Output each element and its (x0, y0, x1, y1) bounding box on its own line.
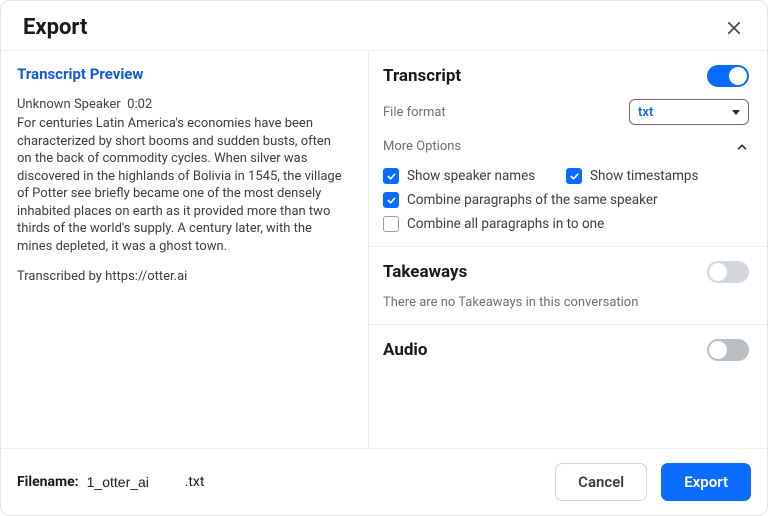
chevron-up-icon (735, 140, 749, 154)
checkbox-combine-same-speaker[interactable] (383, 192, 399, 208)
options-panel: Transcript File format txt More Options (369, 51, 767, 448)
takeaways-toggle[interactable] (707, 261, 749, 283)
file-format-select[interactable]: txt (629, 99, 749, 125)
footer-buttons: Cancel Export (555, 463, 751, 501)
preview-title: Transcript Preview (17, 65, 346, 83)
checkbox-combine-all[interactable] (383, 216, 399, 232)
preview-timestamp: 0:02 (127, 97, 152, 112)
file-format-value: txt (638, 105, 653, 120)
cancel-label: Cancel (578, 473, 624, 491)
export-dialog: Export Transcript Preview Unknown Speake… (0, 0, 768, 516)
dialog-footer: Filename: .txt Cancel Export (1, 448, 767, 515)
audio-toggle[interactable] (707, 339, 749, 361)
checkmark-icon (386, 195, 397, 206)
audio-section-header: Audio (383, 339, 749, 361)
dialog-title: Export (23, 15, 87, 40)
file-format-row: File format txt (383, 99, 749, 125)
checkmark-icon (386, 171, 397, 182)
dialog-body: Transcript Preview Unknown Speaker 0:02 … (1, 50, 767, 448)
option-combine-all[interactable]: Combine all paragraphs in to one (383, 216, 749, 232)
filename-wrap: Filename: .txt (17, 472, 204, 493)
option-show-speaker-names[interactable]: Show speaker names (383, 168, 566, 184)
export-button[interactable]: Export (661, 463, 751, 501)
divider (369, 324, 767, 325)
preview-body: For centuries Latin America's economies … (17, 115, 346, 255)
filename-input[interactable] (87, 472, 177, 493)
option-label: Combine paragraphs of the same speaker (407, 192, 658, 208)
option-label: Show timestamps (590, 168, 698, 184)
option-show-timestamps[interactable]: Show timestamps (566, 168, 749, 184)
takeaways-note: There are no Takeaways in this conversat… (383, 295, 749, 310)
audio-title: Audio (383, 340, 428, 360)
filename-ext: .txt (185, 474, 205, 490)
transcript-title: Transcript (383, 66, 461, 86)
preview-speaker: Unknown Speaker (17, 97, 121, 112)
option-combine-same-speaker[interactable]: Combine paragraphs of the same speaker (383, 192, 749, 208)
checkbox-show-timestamps[interactable] (566, 168, 582, 184)
transcript-toggle[interactable] (707, 65, 749, 87)
cancel-button[interactable]: Cancel (555, 463, 647, 501)
option-label: Combine all paragraphs in to one (407, 216, 604, 232)
close-icon (725, 19, 743, 37)
preview-footer: Transcribed by https://otter.ai (17, 269, 346, 284)
close-button[interactable] (723, 17, 745, 39)
option-label: Show speaker names (407, 168, 535, 184)
options-grid: Show speaker names Show timestamps Combi… (383, 168, 749, 232)
preview-panel: Transcript Preview Unknown Speaker 0:02 … (1, 51, 369, 448)
takeaways-section-header: Takeaways (383, 261, 749, 283)
export-label: Export (684, 473, 728, 491)
more-options-label: More Options (383, 139, 461, 154)
dialog-header: Export (1, 1, 767, 50)
takeaways-title: Takeaways (383, 262, 467, 282)
checkbox-show-speaker-names[interactable] (383, 168, 399, 184)
transcript-section-header: Transcript (383, 65, 749, 87)
divider (369, 246, 767, 247)
preview-speaker-line: Unknown Speaker 0:02 (17, 97, 346, 112)
filename-label: Filename: (17, 474, 79, 490)
more-options-toggle[interactable]: More Options (383, 139, 749, 154)
checkmark-icon (569, 171, 580, 182)
file-format-label: File format (383, 105, 446, 120)
chevron-down-icon (732, 110, 740, 115)
